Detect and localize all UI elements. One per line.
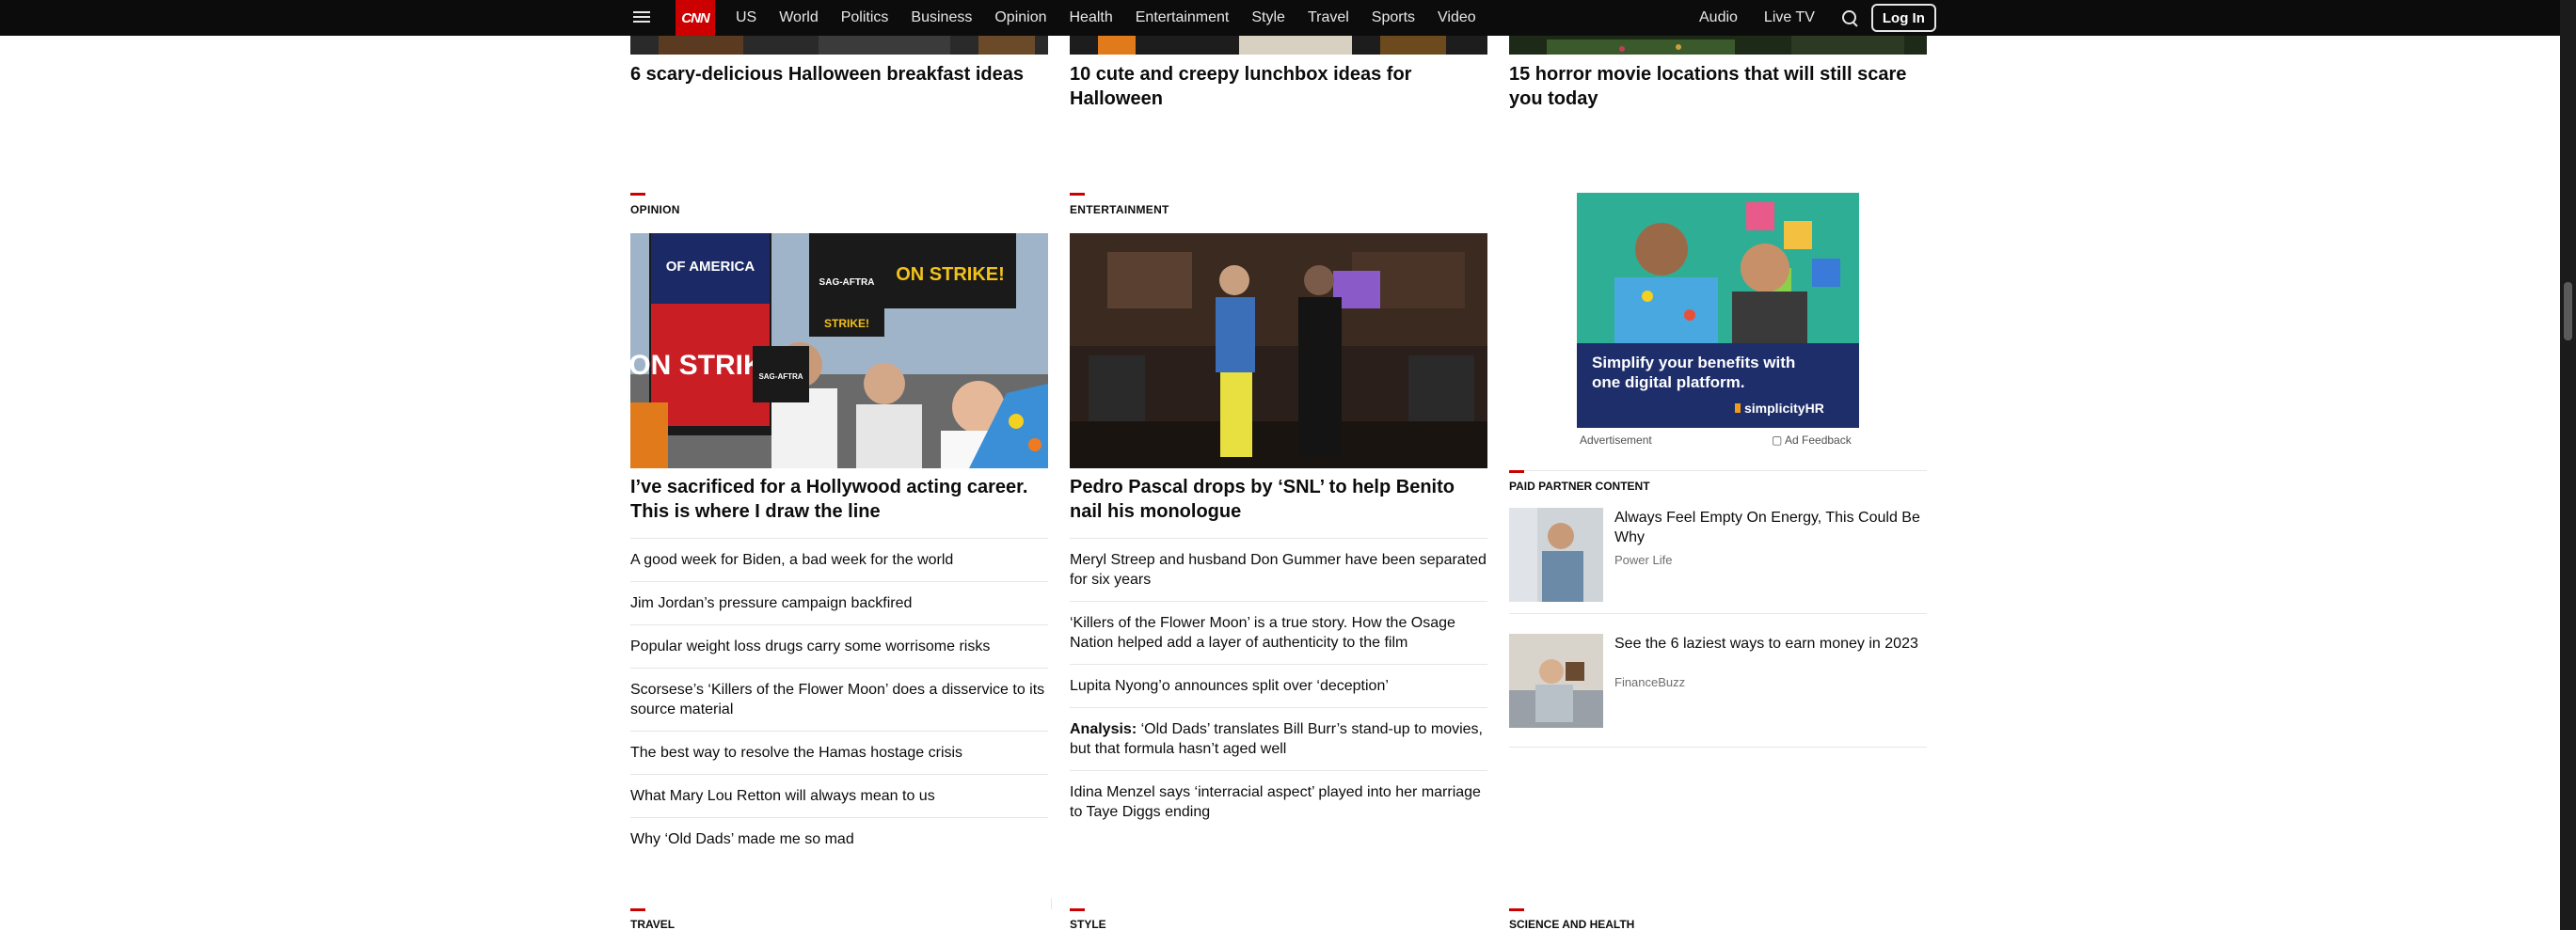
opinion-column: Opinion OF AMERICA ON STRIKE! SAG-AFTRA … <box>630 193 1048 870</box>
list-item-text: Idina Menzel says ‘interracial aspect’ p… <box>1070 784 1481 820</box>
feedback-icon: ▢ <box>1772 433 1786 447</box>
list-item[interactable]: A good week for Biden, a bad week for th… <box>630 538 1048 581</box>
sign-text: OF AMERICA <box>666 259 755 275</box>
section-marker <box>1509 470 1524 473</box>
list-item-text: Meryl Streep and husband Don Gummer have… <box>1070 552 1487 588</box>
section-label-style[interactable]: Style <box>1070 918 1106 930</box>
section-label-science-health[interactable]: Science and Health <box>1509 918 1634 930</box>
cnn-logo[interactable]: CNN <box>676 0 715 36</box>
ad-feedback-link[interactable]: ▢ Ad Feedback <box>1772 433 1852 447</box>
section-marker <box>1509 908 1524 911</box>
list-item[interactable]: ‘Killers of the Flower Moon’ is a true s… <box>1070 601 1487 664</box>
search-icon[interactable] <box>1841 9 1858 26</box>
section-marker <box>1070 908 1085 911</box>
lunchbox-title[interactable]: 10 cute and creepy lunchbox ideas for Ha… <box>1070 62 1489 111</box>
breakfast-image[interactable] <box>630 36 1048 55</box>
nav-link-video[interactable]: Video <box>1438 9 1476 26</box>
section-marker <box>630 193 645 196</box>
section-marker <box>1070 193 1085 196</box>
partner-source: FinanceBuzz <box>1614 675 1686 689</box>
horror-locations-title[interactable]: 15 horror movie locations that will stil… <box>1509 62 1929 111</box>
advertisement[interactable]: Simplify your benefits with one digital … <box>1577 193 1859 428</box>
list-item[interactable]: Jim Jordan’s pressure campaign backfired <box>630 581 1048 624</box>
lunchbox-image[interactable] <box>1070 36 1487 55</box>
list-item[interactable]: Why ‘Old Dads’ made me so mad <box>630 817 1048 860</box>
nav-link-travel[interactable]: Travel <box>1308 9 1349 26</box>
sign-text: SAG-AFTRA <box>758 372 803 381</box>
list-item-text: ‘Killers of the Flower Moon’ is a true s… <box>1070 615 1455 651</box>
horror-locations-image[interactable] <box>1509 36 1927 55</box>
sign-text: ON STRIKE! <box>896 264 1005 285</box>
hamburger-menu-icon[interactable] <box>632 8 651 27</box>
ad-brand: simplicityHR <box>1744 401 1824 416</box>
list-item[interactable]: Popular weight loss drugs carry some wor… <box>630 624 1048 668</box>
nav-link-entertainment[interactable]: Entertainment <box>1136 9 1230 26</box>
nav-right: Audio Live TV Log In <box>1699 0 1936 36</box>
partner-divider <box>1509 747 1927 748</box>
partner-title[interactable]: Always Feel Empty On Energy, This Could … <box>1614 508 1927 547</box>
entertainment-hero-image[interactable] <box>1070 233 1487 468</box>
list-item[interactable]: Scorsese’s ‘Killers of the Flower Moon’ … <box>630 668 1048 731</box>
list-item[interactable]: Meryl Streep and husband Don Gummer have… <box>1070 538 1487 601</box>
login-button[interactable]: Log In <box>1870 4 1936 32</box>
partner-divider <box>1509 470 1927 471</box>
section-marker <box>630 908 645 911</box>
list-item[interactable]: Lupita Nyong’o announces split over ‘dec… <box>1070 664 1487 707</box>
list-item[interactable]: The best way to resolve the Hamas hostag… <box>630 731 1048 774</box>
nav-link-style[interactable]: Style <box>1251 9 1285 26</box>
ad-headline-line-1: Simplify your benefits with <box>1592 354 1795 371</box>
list-item[interactable]: Analysis: ‘Old Dads’ translates Bill Bur… <box>1070 707 1487 770</box>
nav-link-us[interactable]: US <box>736 9 756 26</box>
top-nav: CNN US World Politics Business Opinion H… <box>0 0 2576 36</box>
nav-link-sports[interactable]: Sports <box>1372 9 1415 26</box>
section-label-entertainment[interactable]: Entertainment <box>1070 203 1487 216</box>
partner-title[interactable]: See the 6 laziest ways to earn money in … <box>1614 634 1927 654</box>
nav-link-live-tv[interactable]: Live TV <box>1764 9 1815 26</box>
scrollbar-track[interactable] <box>2560 0 2576 930</box>
partner-divider <box>1509 613 1927 614</box>
sign-text: SAG-AFTRA <box>819 277 875 288</box>
nav-link-politics[interactable]: Politics <box>841 9 889 26</box>
partner-thumb[interactable] <box>1509 508 1603 602</box>
partner-label: Paid Partner Content <box>1509 480 1650 493</box>
nav-link-health[interactable]: Health <box>1070 9 1113 26</box>
column-divider <box>1051 898 1052 909</box>
nav-link-opinion[interactable]: Opinion <box>994 9 1046 26</box>
scrollbar-thumb[interactable] <box>2564 282 2572 340</box>
section-label-travel[interactable]: Travel <box>630 918 675 930</box>
partner-source: Power Life <box>1614 553 1673 567</box>
opinion-hero-title[interactable]: I’ve sacrificed for a Hollywood acting c… <box>630 475 1048 524</box>
list-item[interactable]: Idina Menzel says ‘interracial aspect’ p… <box>1070 770 1487 833</box>
nav-links: US World Politics Business Opinion Healt… <box>736 0 1499 36</box>
ad-feedback-label: Ad Feedback <box>1785 433 1852 447</box>
opinion-hero-image[interactable]: OF AMERICA ON STRIKE! SAG-AFTRA SAG-AFTR… <box>630 233 1048 468</box>
partner-item[interactable]: See the 6 laziest ways to earn money in … <box>1509 634 1927 732</box>
entertainment-list: Meryl Streep and husband Don Gummer have… <box>1070 538 1487 833</box>
list-item-text: Lupita Nyong’o announces split over ‘dec… <box>1070 678 1389 694</box>
ad-headline-line-2: one digital platform. <box>1592 373 1744 391</box>
advertisement-label: Advertisement <box>1580 433 1652 447</box>
nav-link-world[interactable]: World <box>779 9 819 26</box>
sign-text: STRIKE! <box>824 317 869 330</box>
entertainment-hero-title[interactable]: Pedro Pascal drops by ‘SNL’ to help Beni… <box>1070 475 1487 524</box>
nav-link-audio[interactable]: Audio <box>1699 9 1738 26</box>
partner-item[interactable]: Always Feel Empty On Energy, This Could … <box>1509 508 1927 606</box>
partner-thumb[interactable] <box>1509 634 1603 728</box>
section-label-opinion[interactable]: Opinion <box>630 203 1048 216</box>
nav-link-business[interactable]: Business <box>911 9 972 26</box>
list-item[interactable]: What Mary Lou Retton will always mean to… <box>630 774 1048 817</box>
breakfast-title[interactable]: 6 scary-delicious Halloween breakfast id… <box>630 62 1050 87</box>
opinion-list: A good week for Biden, a bad week for th… <box>630 538 1048 860</box>
analysis-prefix: Analysis: <box>1070 721 1137 737</box>
entertainment-column: Entertainment Pedro Pascal drops by ‘SNL… <box>1070 193 1487 870</box>
